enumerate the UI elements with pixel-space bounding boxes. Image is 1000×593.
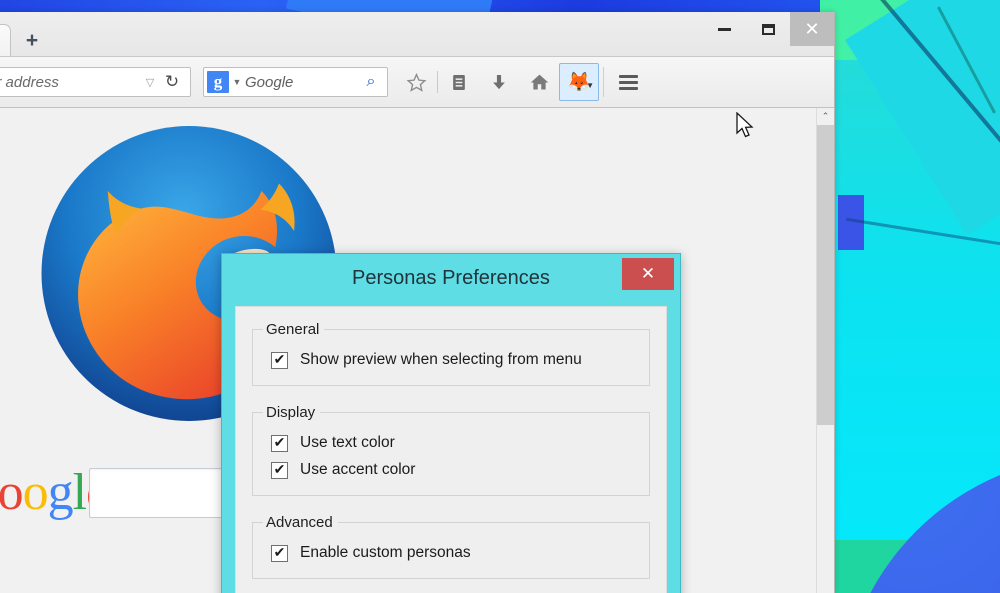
content-scrollbar[interactable]: ⌃	[816, 108, 834, 593]
checkbox-icon[interactable]: ✔	[271, 544, 288, 562]
new-tab-button[interactable]: +	[15, 26, 49, 56]
window-controls: ✕	[702, 12, 834, 46]
screen: irefox Start Page ✕ + ✕ Search or enter …	[0, 0, 1000, 593]
home-icon[interactable]	[519, 63, 559, 101]
checkbox-icon[interactable]: ✔	[271, 434, 288, 452]
check-tick-glyph: ✔	[273, 461, 286, 477]
dialog-body: General ✔ Show preview when selecting fr…	[235, 306, 667, 593]
group-general: General ✔ Show preview when selecting fr…	[252, 321, 650, 386]
close-window-button[interactable]: ✕	[790, 12, 834, 46]
menu-hamburger-icon[interactable]	[608, 63, 648, 101]
option-show-preview[interactable]: ✔ Show preview when selecting from menu	[271, 351, 639, 369]
page-content: Google ⌃ Personas Preferences ✕ General	[0, 108, 834, 593]
toolbar-separator	[437, 71, 438, 93]
google-letter-o1: o	[0, 464, 24, 521]
check-tick-glyph: ✔	[273, 544, 286, 560]
check-tick-glyph: ✔	[273, 351, 286, 367]
reload-icon[interactable]: ↻	[160, 72, 184, 92]
option-use-accent-color[interactable]: ✔ Use accent color	[271, 461, 639, 479]
address-bar-placeholder: Search or enter address	[0, 73, 59, 91]
google-letter-g: g	[47, 464, 74, 521]
google-letter-l: l	[72, 464, 87, 521]
scroll-up-arrow-icon[interactable]: ⌃	[817, 108, 834, 125]
group-general-legend: General	[266, 321, 320, 338]
browser-window: irefox Start Page ✕ + ✕ Search or enter …	[0, 12, 835, 593]
tab-close-icon[interactable]: ✕	[0, 30, 4, 52]
option-label: Use text color	[300, 434, 395, 451]
navigation-toolbar: Search or enter address ▽ ↻ g ▼ Google ⌕	[0, 56, 834, 108]
chevron-down-icon[interactable]: ▽	[140, 76, 160, 89]
google-letter-o2: o	[22, 464, 49, 521]
search-icon[interactable]: ⌕	[359, 73, 383, 91]
maximize-button[interactable]	[746, 12, 790, 46]
chevron-down-icon[interactable]: ▼	[229, 77, 245, 87]
toolbar-buttons: 🦊 ▼	[396, 63, 648, 101]
download-arrow-icon[interactable]	[479, 63, 519, 101]
option-label: Show preview when selecting from menu	[300, 351, 582, 368]
dialog-title: Personas Preferences	[352, 266, 550, 289]
google-badge-icon[interactable]: g	[207, 71, 229, 93]
minimize-button[interactable]	[702, 12, 746, 46]
tab-strip: irefox Start Page ✕ + ✕	[0, 12, 834, 56]
scrollbar-thumb[interactable]	[817, 125, 834, 425]
option-use-text-color[interactable]: ✔ Use text color	[271, 434, 639, 452]
hamburger-glyph	[618, 72, 638, 93]
checkbox-icon[interactable]: ✔	[271, 351, 288, 369]
option-enable-custom-personas[interactable]: ✔ Enable custom personas	[271, 544, 639, 562]
bookmark-star-icon[interactable]	[396, 63, 436, 101]
group-advanced: Advanced ✔ Enable custom personas	[252, 514, 650, 579]
group-display: Display ✔ Use text color ✔ Use accent co…	[252, 404, 650, 496]
reader-list-icon[interactable]	[439, 63, 479, 101]
group-advanced-legend: Advanced	[266, 514, 333, 531]
tab-firefox-start-page[interactable]: irefox Start Page ✕	[0, 24, 11, 56]
tab-list: irefox Start Page ✕ +	[0, 24, 49, 56]
personas-preferences-dialog: Personas Preferences ✕ General ✔ Show pr…	[221, 253, 681, 593]
toolbar-divider	[603, 67, 604, 97]
personas-fox-icon[interactable]: 🦊 ▼	[559, 63, 599, 101]
chevron-down-icon[interactable]: ▼	[586, 81, 594, 90]
option-label: Enable custom personas	[300, 544, 471, 561]
checkbox-icon[interactable]: ✔	[271, 461, 288, 479]
address-bar[interactable]: Search or enter address ▽ ↻	[0, 67, 191, 97]
group-display-legend: Display	[266, 404, 316, 421]
search-bar[interactable]: g ▼ Google ⌕	[203, 67, 388, 97]
dialog-titlebar: Personas Preferences ✕	[222, 254, 680, 302]
check-tick-glyph: ✔	[273, 434, 286, 450]
option-label: Use accent color	[300, 461, 416, 478]
search-engine-name: Google	[245, 73, 294, 91]
dialog-close-button[interactable]: ✕	[622, 258, 674, 290]
